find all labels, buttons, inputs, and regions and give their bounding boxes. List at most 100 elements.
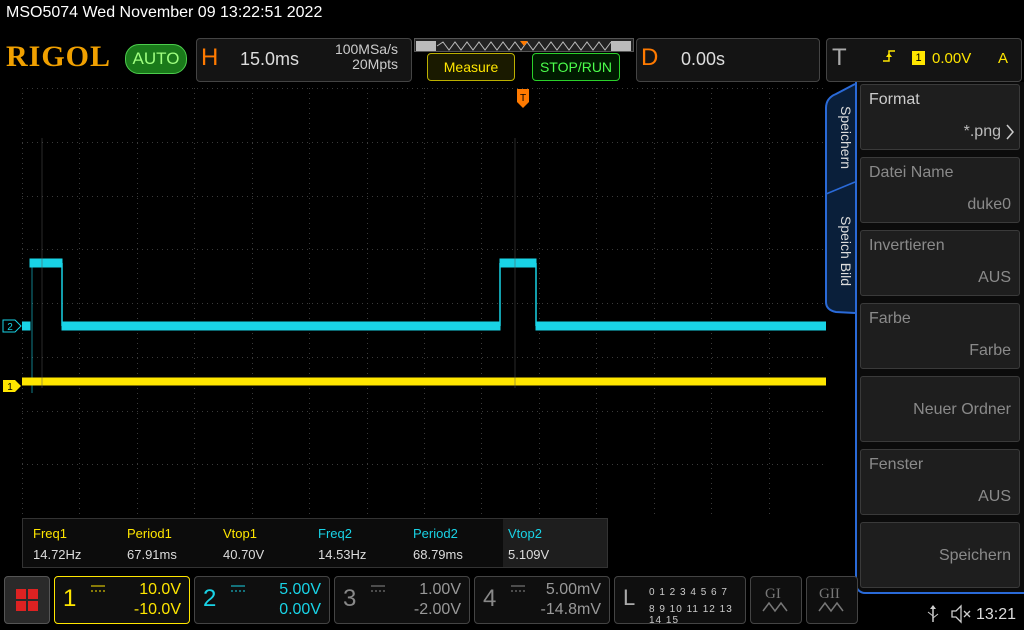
delay-value: 0.00s	[681, 49, 726, 69]
dc-coupling-icon	[231, 585, 245, 592]
measure-label-freq1: Freq1	[33, 526, 67, 541]
logic-letter: L	[623, 585, 636, 610]
math-gii-button[interactable]: GII	[806, 576, 858, 624]
ch1-trace	[22, 377, 826, 386]
dc-coupling-icon	[511, 585, 525, 592]
menu-item-fenster[interactable]: Fenster AUS	[860, 449, 1020, 515]
ch3-scale: 1.00V	[419, 581, 461, 598]
measure-value-vtop2: 5.109V	[508, 547, 550, 562]
ch4-panel[interactable]: 4 5.00mV -14.8mV	[474, 576, 610, 624]
menu-item-invertieren-value: AUS	[978, 269, 1011, 286]
ch3-number: 3	[343, 585, 357, 612]
menu-item-invertieren-title: Invertieren	[869, 237, 945, 254]
ch3-panel[interactable]: 3 1.00V -2.00V	[334, 576, 470, 624]
ch4-number: 4	[483, 585, 497, 612]
ch1-offset: -10.0V	[133, 601, 181, 618]
waveform-position-strip	[414, 38, 634, 52]
measure-value-freq2: 14.53Hz	[318, 547, 367, 562]
trigger-marker-icon: T	[517, 89, 529, 108]
menu-item-farbe-title: Farbe	[869, 310, 911, 327]
ch2-number: 2	[203, 585, 217, 612]
measure-label-vtop1: Vtop1	[223, 526, 257, 541]
menu-item-farbe[interactable]: Farbe Farbe	[860, 303, 1020, 369]
svg-text:T: T	[520, 93, 526, 104]
sample-info: 100MSa/s 20Mpts	[322, 42, 398, 72]
measure-button[interactable]: Measure	[427, 53, 515, 81]
measurement-bar: Freq1 14.72Hz Period1 67.91ms Vtop1 40.7…	[22, 518, 608, 568]
auto-button[interactable]: AUTO	[125, 44, 187, 74]
speaker-muted-icon[interactable]	[950, 604, 972, 629]
measure-value-vtop1: 40.70V	[223, 547, 265, 562]
usb-icon	[926, 604, 940, 629]
tab-speich-bild[interactable]: Speich Bild	[832, 216, 854, 286]
position-strip-icon	[416, 41, 631, 51]
rigol-logo: RIGOL	[6, 40, 112, 73]
menu-item-datei-name-value: duke0	[967, 196, 1011, 213]
measure-value-period2: 68.79ms	[413, 547, 463, 562]
measure-label-period1: Period1	[127, 526, 172, 541]
status-line: MSO5074 Wed November 09 13:22:51 2022	[6, 4, 323, 21]
ch1-number: 1	[63, 585, 77, 612]
logic-bits-high: 8 9 10 11 12 13 14 15	[649, 604, 733, 626]
chevron-right-icon	[1006, 124, 1014, 140]
ch2-scale: 5.00V	[279, 581, 321, 598]
grid-menu-icon	[16, 589, 38, 611]
ch2-panel[interactable]: 2 5.00V 0.00V	[194, 576, 330, 624]
tab-speichern[interactable]: Speichern	[832, 106, 854, 169]
menu-item-format-value: *.png	[963, 123, 1001, 140]
sample-rate: 100MSa/s	[334, 41, 398, 57]
menu-item-fenster-title: Fenster	[869, 456, 924, 473]
decode-2-icon: GII	[818, 586, 844, 613]
trigger-source-badge: 1	[912, 51, 925, 65]
menu-item-datei-name-title: Datei Name	[869, 164, 954, 181]
svg-text:2: 2	[7, 322, 13, 333]
memory-depth: 20Mpts	[352, 56, 398, 72]
ch2-offset: 0.00V	[279, 601, 321, 618]
rising-edge-icon	[881, 48, 897, 68]
logic-bits-low: 0 1 2 3 4 5 6 7	[649, 587, 728, 598]
menu-item-format[interactable]: Format *.png	[860, 84, 1020, 150]
measure-value-freq1: 14.72Hz	[33, 547, 82, 562]
math-gi-button[interactable]: GI	[750, 576, 802, 624]
delay-letter: D	[641, 44, 659, 71]
delay-panel[interactable]	[636, 38, 820, 82]
svg-text:GII: GII	[819, 586, 840, 602]
trigger-level: 0.00V	[932, 50, 972, 67]
ch1-scale: 10.0V	[139, 581, 181, 598]
waveform-grid[interactable]	[22, 88, 826, 518]
stop-run-button[interactable]: STOP/RUN	[532, 53, 620, 81]
measure-label-freq2: Freq2	[318, 526, 352, 541]
menu-item-neuer-ordner[interactable]: Neuer Ordner	[860, 376, 1020, 442]
menu-item-speichern-value: Speichern	[938, 547, 1011, 564]
ch4-offset: -14.8mV	[540, 601, 601, 618]
menu-item-neuer-ordner-value: Neuer Ordner	[913, 401, 1011, 418]
ch4-scale: 5.00mV	[545, 581, 601, 598]
menu-item-fenster-value: AUS	[978, 488, 1011, 505]
ch3-offset: -2.00V	[413, 601, 461, 618]
logic-panel[interactable]: L 0 1 2 3 4 5 6 7 8 9 10 11 12 13 14 15	[614, 576, 746, 626]
trigger-letter: T	[832, 44, 847, 71]
ch2-trace	[22, 258, 826, 393]
timebase-value: 15.0ms	[240, 49, 300, 69]
svg-text:1: 1	[7, 382, 13, 393]
measure-value-period1: 67.91ms	[127, 547, 177, 562]
menu-item-datei-name[interactable]: Datei Name duke0	[860, 157, 1020, 223]
menu-item-format-title: Format	[869, 91, 920, 108]
ch1-offset-marker[interactable]: 1	[2, 379, 22, 398]
svg-text:GI: GI	[765, 586, 781, 602]
menu-item-farbe-value: Farbe	[969, 342, 1011, 359]
dc-coupling-icon	[91, 585, 105, 592]
ch1-panel[interactable]: 1 10.0V -10.0V	[54, 576, 190, 624]
ch2-offset-marker[interactable]: 2	[2, 319, 22, 338]
menu-item-invertieren[interactable]: Invertieren AUS	[860, 230, 1020, 296]
decode-1-icon: GI	[762, 586, 788, 613]
menu-item-speichern[interactable]: Speichern	[860, 522, 1020, 588]
home-menu-button[interactable]	[4, 576, 50, 624]
dc-coupling-icon	[371, 585, 385, 592]
trigger-mode: A	[998, 50, 1009, 67]
measure-label-period2: Period2	[413, 526, 458, 541]
measure-label-vtop2: Vtop2	[508, 526, 542, 541]
clock: 13:21	[976, 606, 1017, 623]
horizontal-letter: H	[201, 44, 219, 71]
trigger-position-marker[interactable]: T	[516, 88, 530, 115]
